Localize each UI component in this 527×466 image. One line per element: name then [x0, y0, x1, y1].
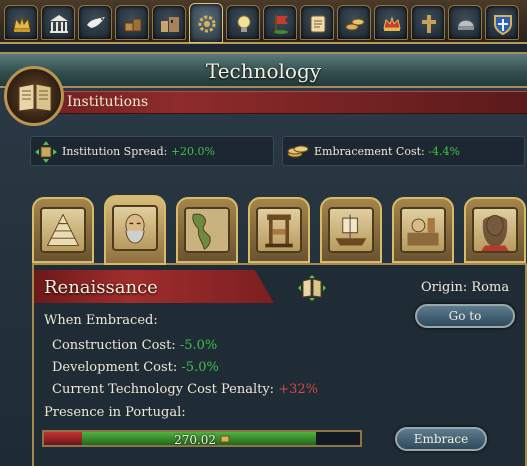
trade-goods-icon [124, 18, 142, 32]
embracement-cost-value: -4.4% [428, 145, 460, 158]
tab-technology-gears[interactable] [189, 3, 223, 43]
embrace-button[interactable]: Embrace [395, 427, 487, 451]
tab-buildings[interactable] [152, 5, 186, 40]
institution-spread-label: Institution Spread: [62, 145, 168, 158]
when-embraced-label: When Embraced: [44, 313, 158, 328]
title-bar: Technology [0, 52, 527, 88]
new-world-tab[interactable] [176, 197, 238, 263]
development-cost-line: Development Cost: -5.0% [52, 360, 219, 375]
tab-crown-ornament[interactable] [374, 5, 408, 40]
tab-dove[interactable] [78, 5, 112, 40]
noble-portrait-icon [481, 214, 509, 251]
renaissance-tab[interactable] [104, 195, 166, 265]
institution-spread-box: Institution Spread: +20.0% [30, 136, 274, 166]
tab-shield[interactable] [485, 5, 519, 40]
embracement-cost-label: Embracement Cost: [314, 145, 425, 158]
tab-idea-bulb[interactable] [226, 5, 260, 40]
shield-icon [494, 15, 512, 35]
printing-press-icon [265, 214, 293, 248]
tab-court[interactable] [41, 5, 75, 40]
dove-icon [87, 17, 105, 28]
spread-arrows-icon [35, 141, 57, 163]
crown-icon [13, 15, 31, 32]
helmet-icon [457, 19, 475, 30]
development-cost-label: Development Cost: [52, 360, 178, 375]
crown-ornament-icon [383, 16, 401, 31]
presence-label: Presence in Portugal: [44, 405, 186, 420]
tab-scroll[interactable] [300, 5, 334, 40]
construction-cost-line: Construction Cost: -5.0% [52, 338, 217, 353]
court-icon [50, 15, 68, 33]
institutions-book-icon [4, 66, 64, 126]
printing-press-tab[interactable] [248, 197, 310, 263]
technology-gears-icon [198, 15, 216, 33]
presence-progress-bar: 270.02 [42, 430, 362, 447]
ship-icon [335, 214, 367, 246]
leonardo-portrait-icon [125, 213, 145, 244]
go-to-button[interactable]: Go to [415, 304, 515, 328]
origin-label: Origin: Roma [421, 280, 510, 295]
tab-helmet[interactable] [448, 5, 482, 40]
cross-icon [422, 15, 436, 33]
buildings-icon [161, 17, 179, 32]
flag-icon [274, 15, 288, 34]
manufactories-tab[interactable] [392, 197, 454, 263]
enlightenment-tab[interactable] [464, 197, 526, 263]
feudalism-tab[interactable] [32, 197, 94, 263]
coins-icon [345, 18, 365, 31]
tab-coins[interactable] [337, 5, 371, 40]
page-title: Technology [205, 59, 322, 83]
americas-map-icon [186, 209, 228, 251]
top-tab-bar [0, 0, 527, 44]
development-cost-value: -5.0% [181, 360, 219, 375]
tab-flag[interactable] [263, 5, 297, 40]
institution-spread-book-icon [298, 275, 326, 301]
tech-penalty-value: +32% [278, 382, 318, 397]
institution-spread-value: +20.0% [170, 145, 215, 158]
tab-trade-goods[interactable] [115, 5, 149, 40]
institutions-header: Institutions [67, 94, 149, 110]
coin-stack-icon [220, 435, 230, 443]
idea-bulb-icon [237, 15, 251, 32]
pyramid-icon [46, 213, 80, 246]
scroll-icon [310, 15, 326, 33]
construction-cost-label: Construction Cost: [52, 338, 176, 353]
workshop-icon [407, 218, 439, 246]
tech-penalty-line: Current Technology Cost Penalty: +32% [52, 382, 318, 397]
presence-value: 270.02 [44, 433, 360, 447]
embracement-cost-box: Embracement Cost: -4.4% [282, 136, 525, 166]
institution-name: Renaissance [44, 277, 158, 298]
coins-icon [287, 145, 309, 158]
construction-cost-value: -5.0% [179, 338, 218, 353]
tab-cross[interactable] [411, 5, 445, 40]
tab-crown[interactable] [4, 5, 38, 40]
tech-penalty-label: Current Technology Cost Penalty: [52, 382, 275, 397]
global-trade-tab[interactable] [320, 197, 382, 263]
